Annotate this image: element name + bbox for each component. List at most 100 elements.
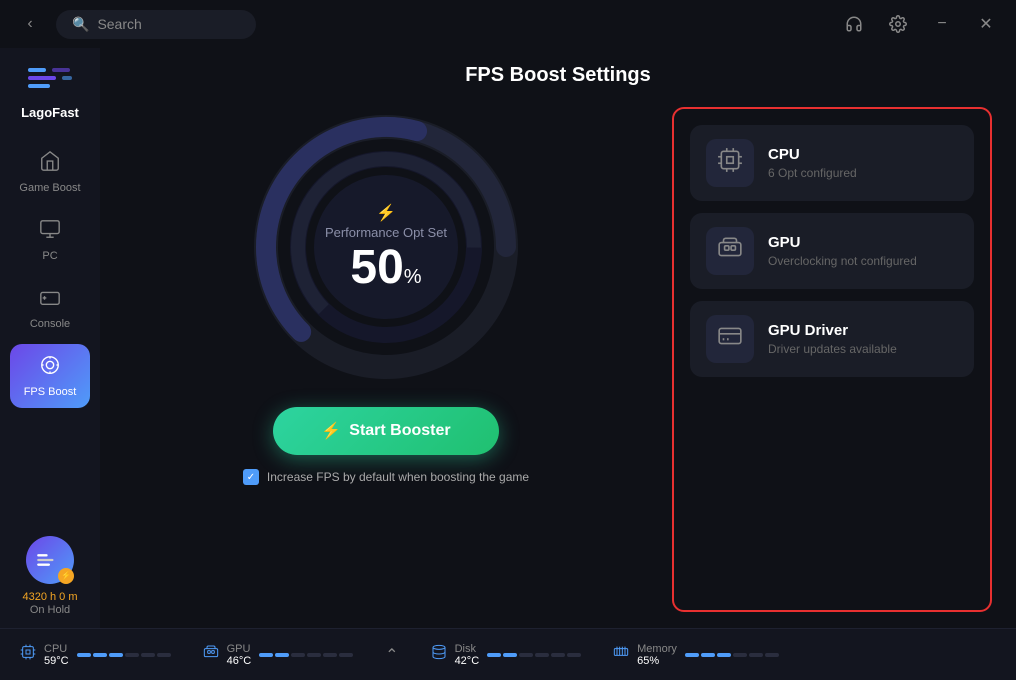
sidebar-item-console-label: Console (30, 318, 70, 330)
status-cpu-icon (20, 644, 36, 665)
gpu-card-title: GPU (768, 234, 958, 251)
status-memory-val: 65% (637, 655, 677, 667)
gauge-value-display: 50% (325, 244, 447, 292)
status-gpu-name: GPU (227, 643, 252, 655)
bar-seg (323, 653, 337, 657)
status-gpu-graph (259, 653, 353, 657)
sidebar: LagoFast Game Boost PC (0, 48, 100, 628)
cpu-card[interactable]: CPU 6 Opt configured (690, 125, 974, 201)
bar-seg (685, 653, 699, 657)
gpu-icon (717, 235, 743, 267)
gauge-container: ⚡ Performance Opt Set 50% (246, 107, 526, 387)
status-memory-icon (613, 644, 629, 665)
status-cpu-name: CPU (44, 643, 69, 655)
fps-boost-icon (39, 354, 61, 382)
logo-text: LagoFast (21, 105, 79, 120)
close-button[interactable]: ✕ (972, 10, 1000, 38)
sidebar-item-pc[interactable]: PC (10, 208, 90, 272)
bar-seg (259, 653, 273, 657)
status-cpu-graph (77, 653, 171, 657)
cpu-card-title: CPU (768, 146, 958, 163)
status-gpu-icon (203, 644, 219, 665)
bar-seg (157, 653, 171, 657)
status-cpu-info: CPU 59°C (44, 643, 69, 667)
sidebar-item-game-boost[interactable]: Game Boost (10, 140, 90, 204)
gpu-card-sub: Overclocking not configured (768, 254, 958, 268)
sidebar-item-fps-boost-label: FPS Boost (24, 386, 77, 398)
cards-section: CPU 6 Opt configured (672, 107, 992, 612)
expand-button[interactable]: ⌃ (385, 645, 398, 665)
bar-seg (701, 653, 715, 657)
sidebar-item-fps-boost[interactable]: FPS Boost (10, 344, 90, 408)
bar-seg (551, 653, 565, 657)
status-memory-graph (685, 653, 779, 657)
console-icon (39, 286, 61, 314)
status-gpu-val: 46°C (227, 655, 252, 667)
page-title: FPS Boost Settings (124, 64, 992, 87)
bar-seg (487, 653, 501, 657)
checkbox-row[interactable]: ✓ Increase FPS by default when boosting … (243, 469, 529, 485)
user-time: 4320 h 0 m (22, 590, 77, 604)
search-bar[interactable]: 🔍 Search (56, 10, 256, 39)
gauge-inner: ⚡ Performance Opt Set 50% (325, 203, 447, 292)
sidebar-item-game-boost-label: Game Boost (19, 182, 80, 194)
bar-seg (141, 653, 155, 657)
fps-checkbox[interactable]: ✓ (243, 469, 259, 485)
bar-seg (503, 653, 517, 657)
bar-seg (307, 653, 321, 657)
back-button[interactable]: ‹ (16, 10, 44, 38)
status-disk-val: 42°C (455, 655, 480, 667)
sidebar-item-console[interactable]: Console (10, 276, 90, 340)
gpu-icon-wrap (706, 227, 754, 275)
main-layout: LagoFast Game Boost PC (0, 48, 1016, 628)
status-disk-name: Disk (455, 643, 480, 655)
bar-seg (339, 653, 353, 657)
bar-seg (109, 653, 123, 657)
gauge-section: ⚡ Performance Opt Set 50% ⚡ Start Booste… (124, 107, 648, 612)
bar-seg (77, 653, 91, 657)
user-avatar[interactable]: ⚡ (26, 536, 74, 584)
status-memory: Memory 65% (613, 643, 779, 667)
gauge-value: 50 (350, 241, 403, 294)
logo: LagoFast (21, 60, 79, 120)
boost-lightning-icon: ⚡ (321, 421, 341, 441)
search-text: Search (97, 16, 141, 32)
bar-seg (567, 653, 581, 657)
bar-seg (519, 653, 533, 657)
gpu-driver-card-info: GPU Driver Driver updates available (768, 322, 958, 356)
gauge-unit: % (404, 266, 422, 288)
minimize-button[interactable]: − (928, 10, 956, 38)
search-icon: 🔍 (72, 16, 89, 33)
status-bar: CPU 59°C GPU 46°C (0, 628, 1016, 680)
status-memory-info: Memory 65% (637, 643, 677, 667)
title-bar-right: − ✕ (840, 10, 1000, 38)
gpu-card-info: GPU Overclocking not configured (768, 234, 958, 268)
sidebar-bottom: ⚡ 4320 h 0 m On Hold (22, 536, 77, 616)
user-badge: ⚡ (58, 568, 74, 584)
content-body: ⚡ Performance Opt Set 50% ⚡ Start Booste… (124, 107, 992, 612)
bar-seg (749, 653, 763, 657)
bar-seg (291, 653, 305, 657)
game-boost-icon (39, 150, 61, 178)
settings-button[interactable] (884, 10, 912, 38)
gpu-driver-card[interactable]: GPU Driver Driver updates available (690, 301, 974, 377)
cpu-card-sub: 6 Opt configured (768, 166, 958, 180)
user-status: On Hold (30, 604, 70, 616)
sidebar-item-pc-label: PC (42, 250, 57, 262)
gpu-driver-icon (717, 323, 743, 355)
gpu-card[interactable]: GPU Overclocking not configured (690, 213, 974, 289)
status-disk: Disk 42°C (431, 643, 582, 667)
gauge-label: Performance Opt Set (325, 225, 447, 240)
gpu-driver-icon-wrap (706, 315, 754, 363)
fps-checkbox-label: Increase FPS by default when boosting th… (267, 470, 529, 484)
status-memory-name: Memory (637, 643, 677, 655)
bar-seg (717, 653, 731, 657)
start-booster-button[interactable]: ⚡ Start Booster (273, 407, 498, 455)
cpu-icon-wrap (706, 139, 754, 187)
pc-icon (39, 218, 61, 246)
gauge-lightning-icon: ⚡ (325, 203, 447, 223)
bar-seg (535, 653, 549, 657)
cpu-icon (717, 147, 743, 179)
gpu-driver-card-sub: Driver updates available (768, 342, 958, 356)
support-button[interactable] (840, 10, 868, 38)
